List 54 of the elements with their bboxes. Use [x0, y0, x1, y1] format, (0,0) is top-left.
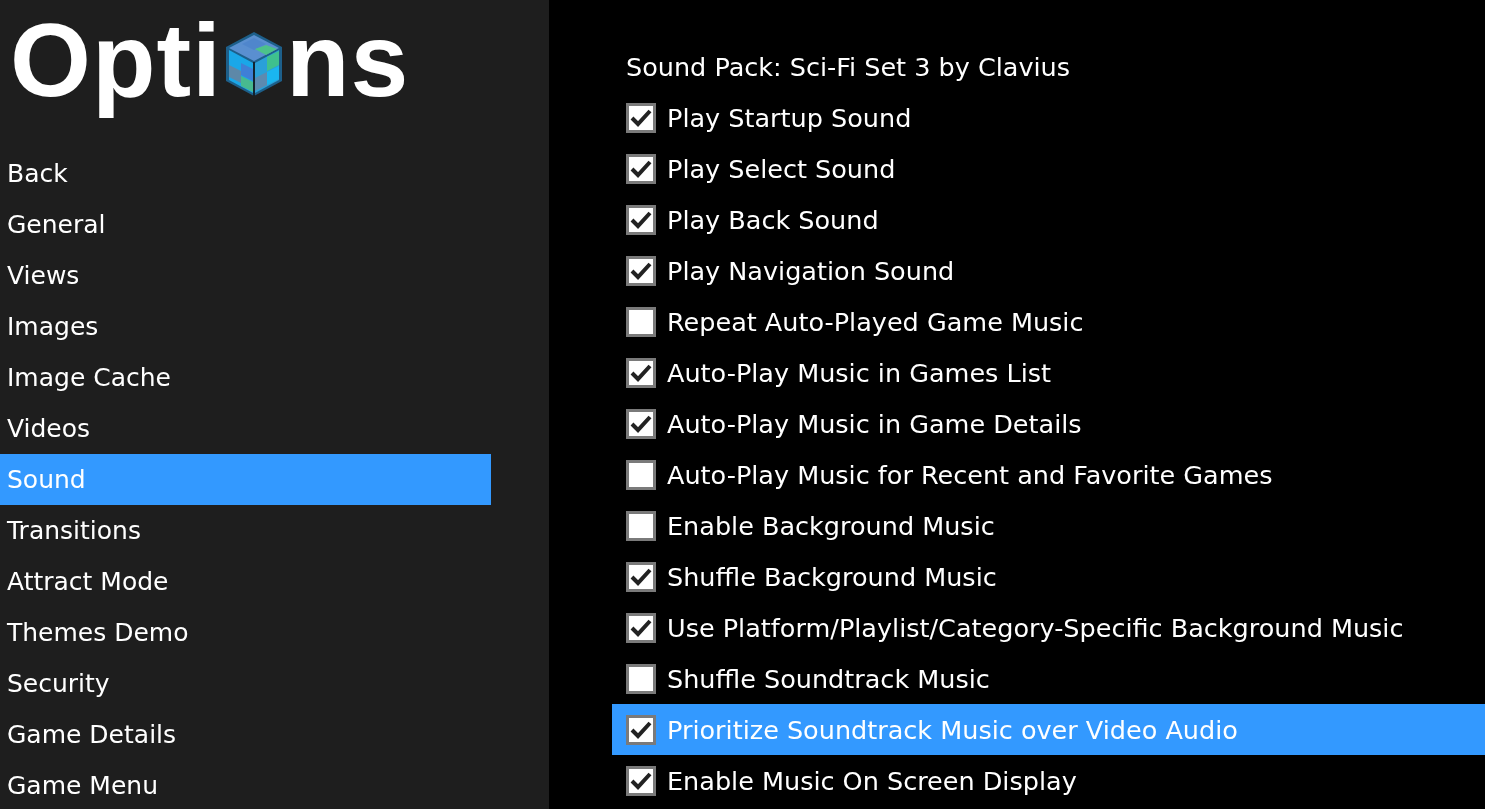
checkbox-label: Shuffle Soundtrack Music: [667, 663, 990, 694]
menu-item[interactable]: Security: [0, 658, 491, 709]
menu-item[interactable]: Game Menu: [0, 760, 491, 809]
checkbox[interactable]: [626, 408, 656, 439]
check-icon: [630, 770, 652, 791]
menu-item[interactable]: Images: [0, 301, 491, 352]
check-icon: [630, 209, 652, 230]
menu-item[interactable]: Transitions: [0, 505, 491, 556]
checkbox-label: Auto-Play Music in Game Details: [667, 408, 1082, 439]
menu-item[interactable]: Videos: [0, 403, 491, 454]
checkbox[interactable]: [626, 510, 656, 541]
checkbox[interactable]: [626, 357, 656, 388]
checkbox[interactable]: [626, 306, 656, 337]
checkbox[interactable]: [626, 153, 656, 184]
checkbox[interactable]: [626, 459, 656, 490]
menu-item[interactable]: Game Details: [0, 709, 491, 760]
checkbox-label: Shuffle Background Music: [667, 561, 997, 592]
menu-item[interactable]: Back: [0, 148, 491, 199]
checkbox-label: Play Navigation Sound: [667, 255, 955, 286]
checkbox[interactable]: [626, 714, 656, 745]
cube-icon: [223, 30, 284, 98]
checkbox[interactable]: [626, 204, 656, 235]
check-icon: [630, 107, 652, 128]
check-icon: [630, 617, 652, 638]
logo-text: ns: [285, 0, 410, 120]
menu-item[interactable]: Themes Demo: [0, 607, 491, 658]
checkbox[interactable]: [626, 765, 656, 796]
menu-item[interactable]: Attract Mode: [0, 556, 491, 607]
menu-item[interactable]: General: [0, 199, 491, 250]
checkbox-label: Auto-Play Music in Games List: [667, 357, 1052, 388]
check-icon: [630, 260, 652, 281]
checkbox-label: Play Startup Sound: [667, 102, 912, 133]
menu-item[interactable]: Views: [0, 250, 491, 301]
checkbox[interactable]: [626, 255, 656, 286]
checkbox-label: Auto-Play Music for Recent and Favorite Games: [667, 459, 1273, 490]
menu-item[interactable]: Image Cache: [0, 352, 491, 403]
checkbox[interactable]: [626, 663, 656, 694]
check-icon: [630, 413, 652, 434]
checkbox-label: Repeat Auto-Played Game Music: [667, 306, 1084, 337]
checkbox[interactable]: [626, 561, 656, 592]
check-icon: [630, 566, 652, 587]
setting-text[interactable]: Sound Pack: Sci-Fi Set 3 by Clavius: [626, 51, 1071, 82]
checkbox-label: Prioritize Soundtrack Music over Video Audio: [667, 714, 1238, 745]
checkbox-label: Enable Music On Screen Display: [667, 765, 1077, 796]
checkbox[interactable]: [626, 612, 656, 643]
checkbox[interactable]: [626, 102, 656, 133]
checkbox-label: Enable Background Music: [667, 510, 995, 541]
checkbox-label: Use Platform/Playlist/Category-Specific Background Music: [667, 612, 1404, 643]
logo-text: Opti: [10, 0, 222, 120]
checkbox-label: Play Back Sound: [667, 204, 879, 235]
check-icon: [630, 719, 652, 740]
check-icon: [630, 158, 652, 179]
check-icon: [630, 362, 652, 383]
checkbox-label: Play Select Sound: [667, 153, 896, 184]
